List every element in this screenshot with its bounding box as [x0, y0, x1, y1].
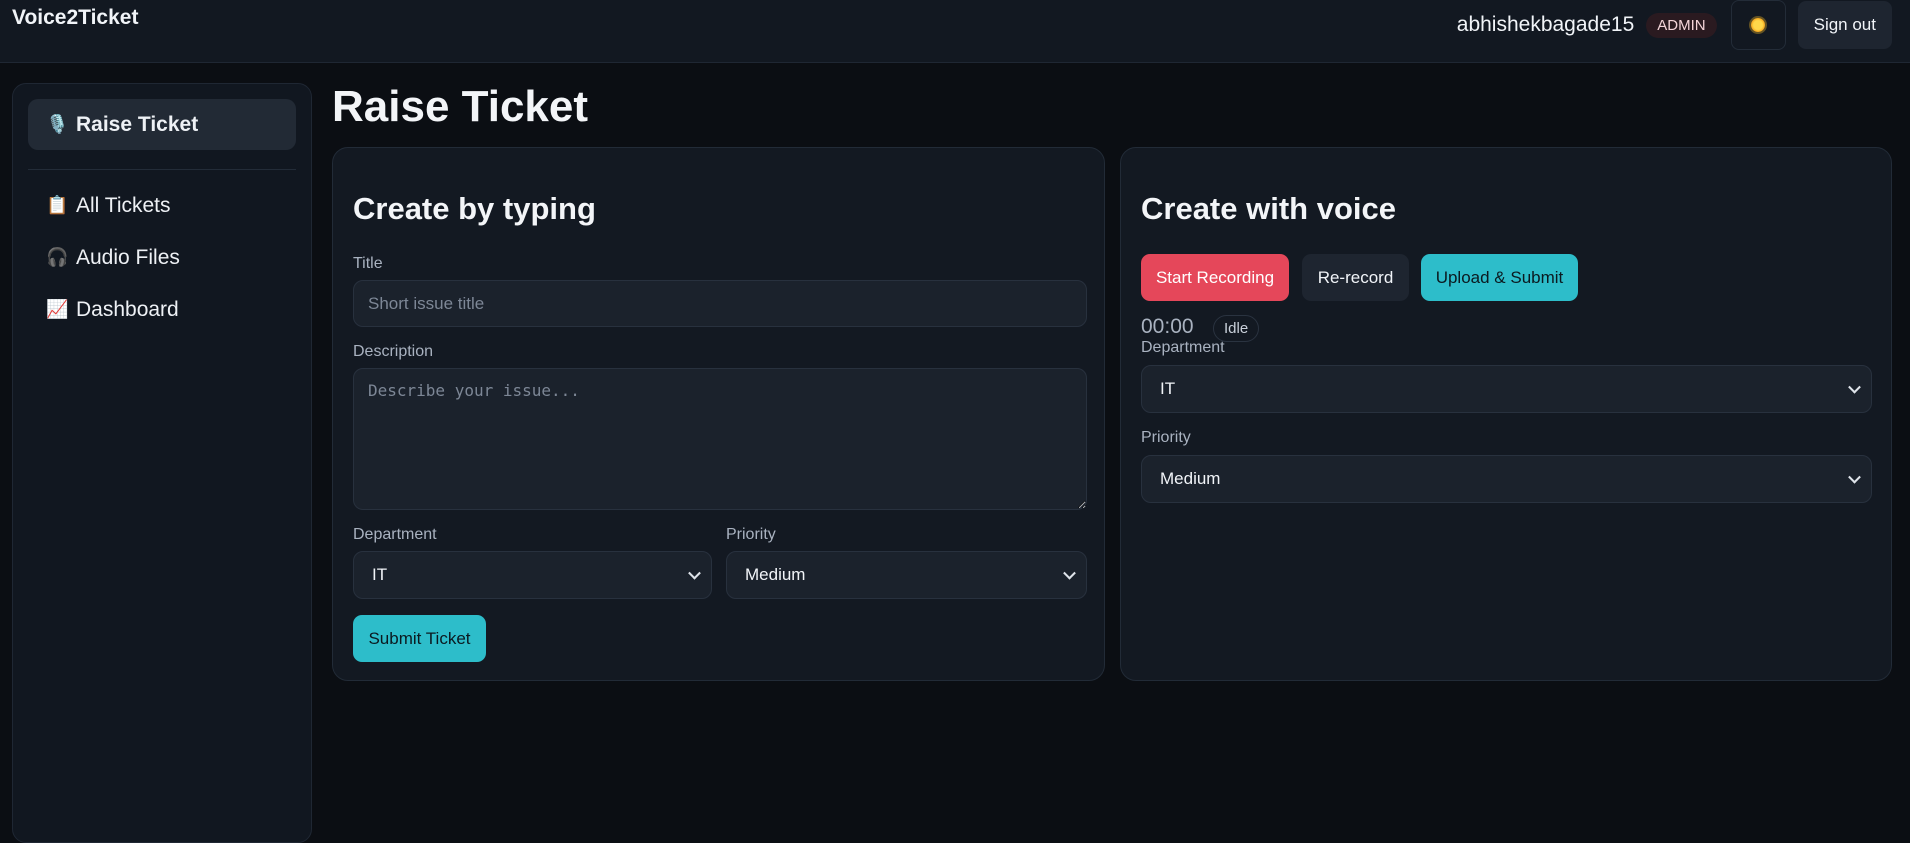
priority-select[interactable]: Medium — [726, 551, 1087, 599]
create-by-typing-card: Create by typing Title Description Depar… — [332, 147, 1105, 681]
brand-logo[interactable]: Voice2Ticket — [12, 6, 138, 30]
priority-value: Medium — [745, 565, 806, 584]
sidebar-item-dashboard[interactable]: 📈 Dashboard — [28, 284, 296, 335]
priority-label: Priority — [726, 526, 776, 543]
title-input[interactable] — [353, 280, 1087, 327]
department-value: IT — [372, 565, 388, 584]
description-label: Description — [353, 343, 434, 360]
role-badge: ADMIN — [1646, 12, 1717, 38]
re-record-button[interactable]: Re-record — [1302, 254, 1409, 301]
microphone-icon: 🎙️ — [46, 114, 69, 134]
voice-priority-select[interactable]: Medium — [1141, 455, 1872, 503]
department-label: Department — [1141, 339, 1225, 356]
chevron-down-icon — [688, 566, 701, 580]
card-title: Create with voice — [1141, 191, 1396, 226]
sun-icon — [1751, 18, 1766, 32]
sidebar-item-raise-ticket[interactable]: 🎙️ Raise Ticket — [28, 99, 296, 150]
theme-toggle-button[interactable] — [1730, 0, 1786, 50]
chart-icon: 📈 — [46, 299, 69, 319]
recording-status-badge: Idle — [1213, 315, 1260, 342]
chevron-down-icon — [1063, 566, 1076, 580]
clipboard-icon: 📋 — [46, 195, 69, 215]
sidebar: 🎙️ Raise Ticket 📋 All Tickets 🎧 Audio Fi… — [12, 83, 312, 843]
sign-out-button[interactable]: Sign out — [1797, 1, 1892, 49]
sidebar-item-label: All Tickets — [76, 193, 171, 217]
sidebar-item-audio-files[interactable]: 🎧 Audio Files — [28, 232, 296, 283]
title-label: Title — [353, 255, 383, 272]
sidebar-divider — [28, 169, 296, 170]
description-textarea[interactable] — [353, 368, 1087, 510]
create-with-voice-card: Create with voice Start Recording Re-rec… — [1120, 147, 1892, 681]
department-value: IT — [1160, 379, 1176, 398]
upload-submit-button[interactable]: Upload & Submit — [1421, 254, 1578, 301]
chevron-down-icon — [1848, 470, 1861, 484]
top-bar: Voice2Ticket abhishekbagade15 ADMIN Sign… — [0, 0, 1910, 63]
chevron-down-icon — [1848, 380, 1861, 394]
sidebar-item-all-tickets[interactable]: 📋 All Tickets — [28, 180, 296, 231]
department-label: Department — [353, 526, 437, 543]
sidebar-item-label: Dashboard — [76, 297, 179, 321]
priority-label: Priority — [1141, 429, 1191, 446]
priority-value: Medium — [1160, 469, 1221, 488]
username: abhishekbagade15 — [1456, 13, 1635, 36]
sidebar-item-label: Raise Ticket — [76, 112, 199, 136]
submit-ticket-button[interactable]: Submit Ticket — [353, 615, 486, 662]
headphones-icon: 🎧 — [46, 247, 69, 267]
user-area: abhishekbagade15 ADMIN Sign out — [1457, 0, 1892, 50]
start-recording-button[interactable]: Start Recording — [1141, 254, 1289, 301]
voice-department-select[interactable]: IT — [1141, 365, 1872, 413]
recording-timer: 00:00 — [1141, 315, 1194, 338]
page-title: Raise Ticket — [332, 82, 589, 131]
department-select[interactable]: IT — [353, 551, 712, 599]
card-title: Create by typing — [353, 191, 596, 226]
sidebar-item-label: Audio Files — [76, 245, 180, 269]
